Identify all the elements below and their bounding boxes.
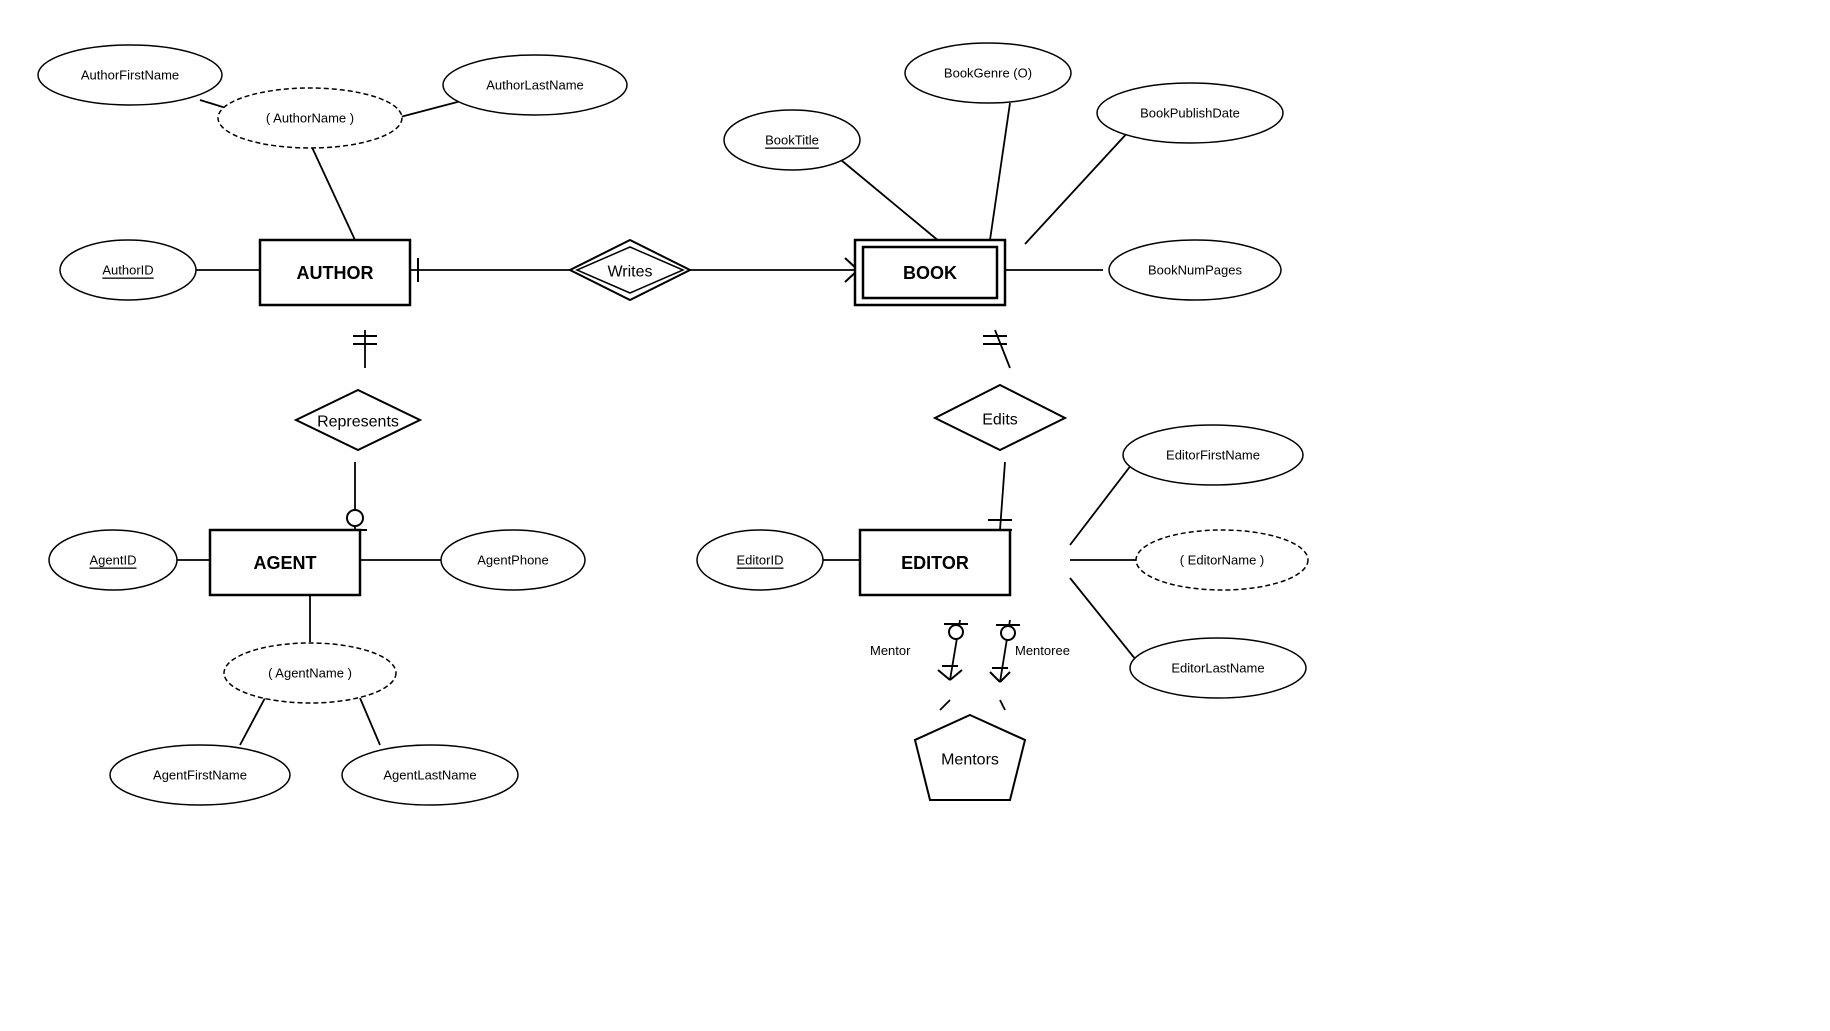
attr-agent-phone-label: AgentPhone bbox=[477, 553, 549, 568]
label-mentor: Mentor bbox=[870, 643, 911, 658]
attr-author-id-label: AuthorID bbox=[102, 263, 153, 278]
er-diagram: AuthorFirstName ( AuthorName ) AuthorLas… bbox=[0, 0, 1830, 1026]
rel-represents-label: Represents bbox=[317, 414, 399, 431]
entity-agent-label: AGENT bbox=[254, 553, 317, 573]
label-mentoree: Mentoree bbox=[1015, 643, 1070, 658]
attr-editor-firstname-label: EditorFirstName bbox=[1166, 448, 1260, 463]
entity-book-label: BOOK bbox=[903, 263, 957, 283]
entity-editor-label: EDITOR bbox=[901, 553, 969, 573]
attr-author-firstname-label: AuthorFirstName bbox=[81, 68, 179, 83]
attr-book-num-pages-label: BookNumPages bbox=[1148, 263, 1242, 278]
attr-agent-lastname-label: AgentLastName bbox=[383, 768, 476, 783]
entity-author-label: AUTHOR bbox=[297, 263, 374, 283]
attr-agent-name-label: ( AgentName ) bbox=[268, 666, 352, 681]
rel-writes-label: Writes bbox=[607, 264, 652, 281]
attr-editor-id-label: EditorID bbox=[737, 553, 784, 568]
attr-agent-firstname-label: AgentFirstName bbox=[153, 768, 247, 783]
attr-author-name-label: ( AuthorName ) bbox=[266, 111, 354, 126]
attr-author-lastname-label: AuthorLastName bbox=[486, 78, 584, 93]
attr-book-publish-date-label: BookPublishDate bbox=[1140, 106, 1240, 121]
rel-mentors-label: Mentors bbox=[941, 752, 999, 769]
attr-editor-lastname-label: EditorLastName bbox=[1171, 661, 1264, 676]
attr-book-genre-label: BookGenre (O) bbox=[944, 66, 1032, 81]
attr-agent-id-label: AgentID bbox=[90, 553, 137, 568]
attr-book-title-label: BookTitle bbox=[765, 133, 819, 148]
rel-edits-label: Edits bbox=[982, 412, 1018, 429]
attr-editor-name-label: ( EditorName ) bbox=[1180, 553, 1265, 568]
